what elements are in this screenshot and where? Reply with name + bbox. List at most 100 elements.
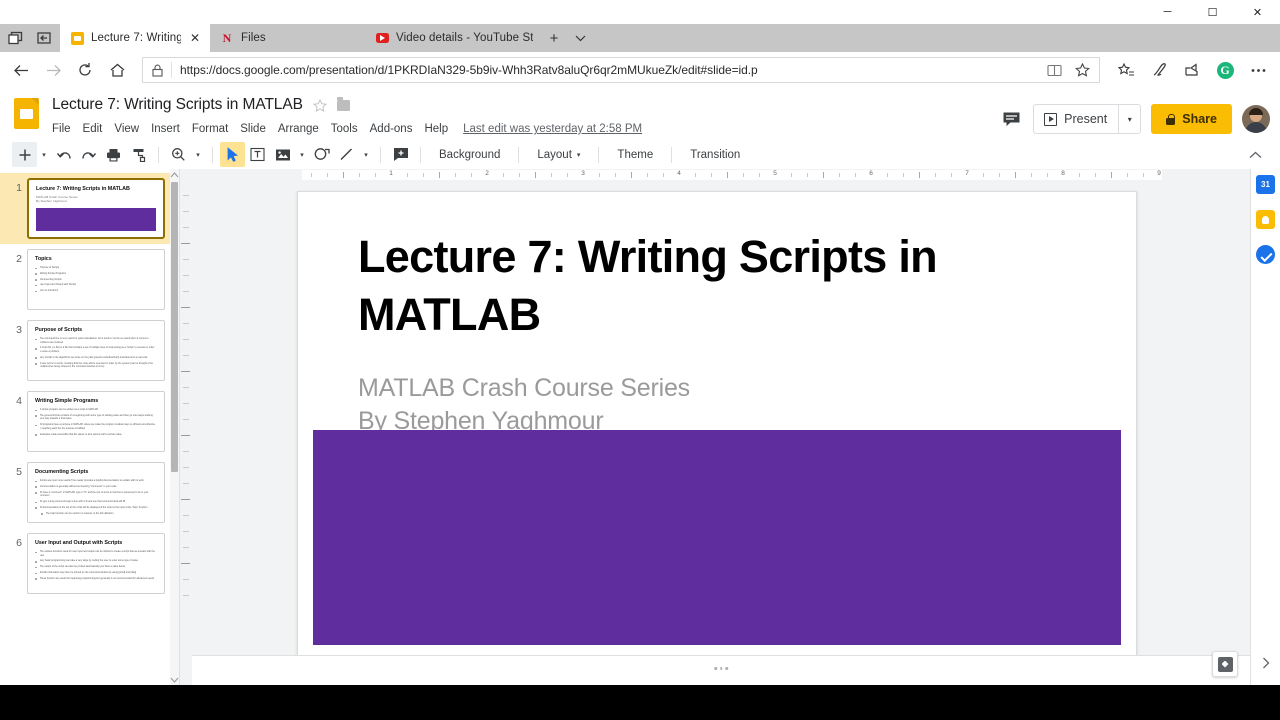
slide-filmstrip[interactable]: 1 Lecture 7: Writing Scripts in MATLAB M… xyxy=(0,169,180,685)
slide-thumbnail[interactable]: User Input and Output with Scripts The v… xyxy=(27,533,165,594)
line-caret[interactable]: ▾ xyxy=(359,142,373,167)
slide-canvas-area[interactable]: 1 2 3 4 5 6 7 8 9 Lecture 7: Writing Scr… xyxy=(192,169,1250,685)
shape-icon[interactable] xyxy=(309,142,334,167)
menu-insert[interactable]: Insert xyxy=(145,121,186,137)
image-caret[interactable]: ▾ xyxy=(295,142,309,167)
slide-subtitle-text[interactable]: MATLAB Crash Course Series By Stephen Ya… xyxy=(358,372,1070,437)
forward-arrow-icon[interactable] xyxy=(38,55,68,85)
purple-placeholder-rectangle[interactable] xyxy=(313,430,1121,645)
close-window-button[interactable]: ✕ xyxy=(1235,0,1280,24)
address-bar[interactable]: https://docs.google.com/presentation/d/1… xyxy=(142,57,1100,83)
current-slide[interactable]: Lecture 7: Writing Scripts in MATLAB MAT… xyxy=(297,191,1137,656)
google-keep-icon[interactable] xyxy=(1256,210,1275,229)
toolbar-divider xyxy=(518,146,520,163)
add-slide-icon[interactable] xyxy=(12,142,37,167)
favorites-hub-icon[interactable] xyxy=(1110,55,1142,85)
filmstrip-slide-3[interactable]: 3 Purpose of Scripts The command line is… xyxy=(0,315,179,386)
last-edit-status[interactable]: Last edit was yesterday at 2:58 PM xyxy=(463,123,642,135)
url-text[interactable]: https://docs.google.com/presentation/d/1… xyxy=(172,63,1041,77)
refresh-icon[interactable] xyxy=(70,55,100,85)
speaker-notes-drag-handle[interactable] xyxy=(714,667,728,670)
slide-thumbnail[interactable]: Writing Simple Programs A simple program… xyxy=(27,391,165,452)
tab-preview-icon[interactable] xyxy=(0,24,30,52)
filmstrip-slide-2[interactable]: 2 Topics Purpose of Scripts Writing Simp… xyxy=(0,244,179,315)
text-box-icon[interactable] xyxy=(245,142,270,167)
add-comment-icon[interactable] xyxy=(388,142,413,167)
reading-view-icon[interactable] xyxy=(1041,58,1067,82)
menu-edit[interactable]: Edit xyxy=(77,121,109,137)
menu-help[interactable]: Help xyxy=(418,121,454,137)
maximize-button[interactable]: ☐ xyxy=(1190,0,1235,24)
share-button[interactable]: Share xyxy=(1151,104,1232,134)
browser-tab-files[interactable]: N Files xyxy=(210,24,365,52)
scrollbar-thumb[interactable] xyxy=(171,182,178,472)
home-icon[interactable] xyxy=(102,55,132,85)
menu-tools[interactable]: Tools xyxy=(325,121,364,137)
filmstrip-slide-4[interactable]: 4 Writing Simple Programs A simple progr… xyxy=(0,386,179,457)
menu-arrange[interactable]: Arrange xyxy=(272,121,325,137)
menu-format[interactable]: Format xyxy=(186,121,234,137)
speaker-notes-bar[interactable] xyxy=(192,655,1250,685)
settings-more-icon[interactable] xyxy=(1242,55,1274,85)
paint-format-icon[interactable] xyxy=(126,142,151,167)
slide-thumbnail[interactable]: Lecture 7: Writing Scripts in MATLAB MAT… xyxy=(27,178,165,239)
filmstrip-slide-1[interactable]: 1 Lecture 7: Writing Scripts in MATLAB M… xyxy=(0,173,179,244)
new-tab-button[interactable]: + xyxy=(541,24,567,52)
filmstrip-scrollbar[interactable] xyxy=(170,169,179,685)
scroll-down-arrow[interactable] xyxy=(170,674,179,685)
google-slides-logo[interactable] xyxy=(12,94,40,130)
browser-toolbar-actions: G xyxy=(1110,55,1274,85)
menu-slide[interactable]: Slide xyxy=(234,121,272,137)
slide-stage[interactable]: Lecture 7: Writing Scripts in MATLAB MAT… xyxy=(192,181,1250,656)
google-calendar-icon[interactable]: 31 xyxy=(1256,175,1275,194)
page-title[interactable]: Lecture 7: Writing Scripts in MATLAB xyxy=(52,96,303,114)
google-tasks-icon[interactable] xyxy=(1256,245,1275,264)
slide-thumbnail[interactable]: Topics Purpose of Scripts Writing Simple… xyxy=(27,249,165,310)
user-avatar[interactable] xyxy=(1242,105,1270,133)
star-icon[interactable] xyxy=(1069,58,1095,82)
scroll-up-arrow[interactable] xyxy=(170,169,179,180)
theme-button[interactable]: Theme xyxy=(606,142,664,167)
undo-icon[interactable] xyxy=(51,142,76,167)
menu-addons[interactable]: Add-ons xyxy=(364,121,419,137)
expand-side-panel-icon[interactable] xyxy=(1262,657,1270,669)
menu-view[interactable]: View xyxy=(108,121,145,137)
menu-file[interactable]: File xyxy=(52,121,77,137)
share-icon[interactable] xyxy=(1176,55,1208,85)
print-icon[interactable] xyxy=(101,142,126,167)
present-options-caret[interactable]: ▾ xyxy=(1118,105,1140,133)
thumb-bullet: To have a "comment" in MATLAB, type a "%… xyxy=(39,490,149,498)
select-cursor-icon[interactable] xyxy=(220,142,245,167)
back-arrow-icon[interactable] xyxy=(6,55,36,85)
collapse-toolbar-icon[interactable] xyxy=(1242,142,1268,167)
star-outline-icon[interactable] xyxy=(312,98,327,112)
browser-tab-youtube[interactable]: Video details - YouTube Stu xyxy=(365,24,541,52)
present-button-group: Present ▾ xyxy=(1033,104,1142,134)
grammarly-extension-icon[interactable]: G xyxy=(1209,55,1241,85)
slide-thumbnail[interactable]: Documenting Scripts Scripts are must mor… xyxy=(27,462,165,523)
set-aside-tabs-icon[interactable] xyxy=(30,24,60,52)
layout-button[interactable]: Layout ▾ xyxy=(526,142,591,167)
web-notes-pen-icon[interactable] xyxy=(1143,55,1175,85)
zoom-icon[interactable] xyxy=(166,142,191,167)
background-button[interactable]: Background xyxy=(428,142,511,167)
line-icon[interactable] xyxy=(334,142,359,167)
chevron-down-icon[interactable] xyxy=(567,24,593,52)
browser-tab-slides[interactable]: Lecture 7: Writing Script ✕ xyxy=(60,24,210,52)
slide-thumbnail[interactable]: Purpose of Scripts The command line is v… xyxy=(27,320,165,381)
close-tab-button[interactable]: ✕ xyxy=(188,31,202,45)
insert-image-icon[interactable] xyxy=(270,142,295,167)
redo-icon[interactable] xyxy=(76,142,101,167)
filmstrip-slide-6[interactable]: 6 User Input and Output with Scripts The… xyxy=(0,528,179,599)
zoom-caret[interactable]: ▾ xyxy=(191,142,205,167)
filmstrip-slide-5[interactable]: 5 Documenting Scripts Scripts are must m… xyxy=(0,457,179,528)
explore-button[interactable] xyxy=(1212,651,1238,677)
comment-history-icon[interactable] xyxy=(999,107,1023,131)
slide-title-text[interactable]: Lecture 7: Writing Scripts in MATLAB xyxy=(358,228,1070,343)
move-to-folder-icon[interactable] xyxy=(336,97,350,111)
minimize-button[interactable]: ─ xyxy=(1145,0,1190,24)
present-button[interactable]: Present xyxy=(1034,105,1118,133)
thumb-bullet: Documenting Scripts xyxy=(39,277,62,281)
add-slide-caret[interactable]: ▾ xyxy=(37,142,51,167)
transition-button[interactable]: Transition xyxy=(679,142,751,167)
